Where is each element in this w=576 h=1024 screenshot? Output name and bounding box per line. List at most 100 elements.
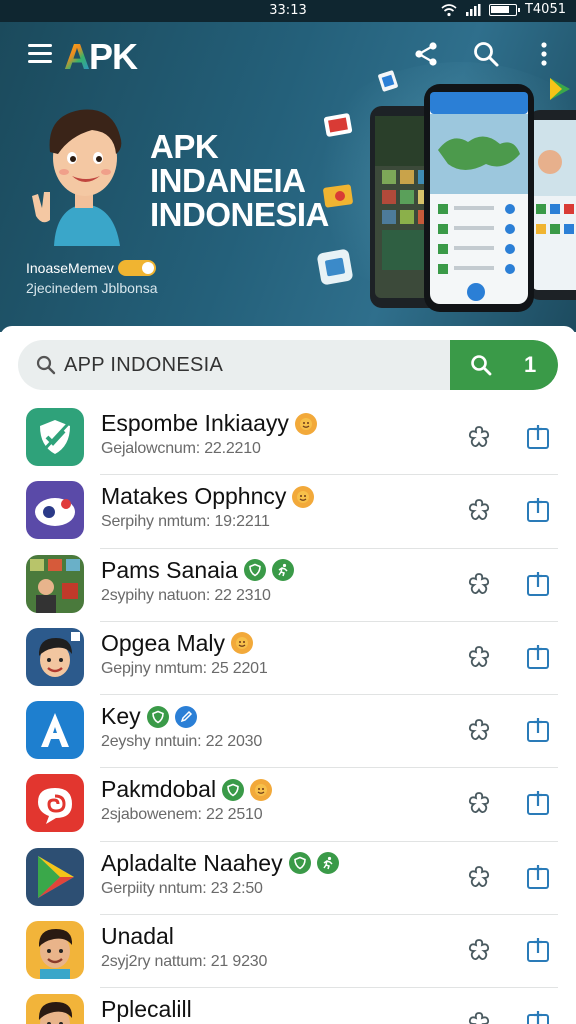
app-name-text: Opgea Maly <box>101 629 226 656</box>
phones-illustration <box>370 84 576 312</box>
download-icon[interactable] <box>526 424 550 450</box>
top-app-bar: APK <box>0 22 576 88</box>
emoji-badge-icon <box>250 778 273 801</box>
favorite-icon[interactable] <box>466 571 492 597</box>
emoji-badge-icon <box>231 632 254 655</box>
share-icon[interactable] <box>412 40 440 68</box>
floating-flag-icon <box>324 113 353 137</box>
man-avatar-icon[interactable] <box>26 994 84 1024</box>
app-name: Pams Sanaia <box>101 557 294 584</box>
download-icon[interactable] <box>526 790 550 816</box>
hero-title: APK INDANEIA INDONESIA <box>150 128 329 233</box>
red-spiral-icon[interactable] <box>26 774 84 833</box>
wifi-icon <box>441 3 457 16</box>
search-icon[interactable] <box>472 40 500 68</box>
app-name: Unadal <box>101 923 174 950</box>
app-list-item[interactable]: Key 2eyshy nntuin: 22 2030 <box>0 695 576 769</box>
floating-app-icon <box>317 249 353 285</box>
favorite-icon[interactable] <box>466 1010 492 1024</box>
boy-avatar-icon[interactable] <box>26 627 84 686</box>
app-list-item[interactable]: Unadal 2syj2ry nattum: 21 9230 <box>0 915 576 989</box>
app-meta: 2eyshy nntuin: 22 2030 <box>101 733 263 751</box>
app-list-item[interactable]: Pams Sanaia 2sypihy natuon: 22 2310 <box>0 549 576 622</box>
favorite-icon[interactable] <box>466 937 492 963</box>
more-vert-icon[interactable] <box>530 40 558 68</box>
app-list-item[interactable]: Matakes Opphncy Serpihy nmtum: 19:2211 <box>0 475 576 549</box>
app-name-text: Pplecalill <box>101 996 192 1023</box>
hero-tagline: 2jecinedem Jblbonsa <box>26 280 158 296</box>
app-name-text: Unadal <box>101 923 174 950</box>
green-shield-check-icon[interactable] <box>26 408 84 466</box>
favorite-icon[interactable] <box>466 717 492 743</box>
search-glass-icon <box>36 355 56 375</box>
runner-badge-icon <box>271 559 294 582</box>
app-meta: Serpihy nmtum: 19:2211 <box>101 513 270 531</box>
app-meta: Gejalowcnum: 22.2210 <box>101 440 261 457</box>
search-result-count: 1 <box>524 352 537 377</box>
emoji-badge-icon <box>294 412 317 435</box>
app-meta: 2syj2ry nattum: 21 9230 <box>101 953 268 971</box>
shield-badge-icon <box>243 559 266 582</box>
download-icon[interactable] <box>526 1010 550 1024</box>
shield-badge-icon <box>146 705 169 728</box>
status-bar: 33:13 T4051 <box>0 0 576 22</box>
app-name: Espombe Inkiaayy <box>101 410 317 437</box>
app-meta: Gerpiity nntum: 23 2:50 <box>101 879 263 897</box>
search-bar: 1 <box>18 340 558 390</box>
app-name-text: Pakmdobal <box>101 776 217 803</box>
search-input[interactable] <box>64 340 444 390</box>
app-name: Key <box>101 703 197 730</box>
download-icon[interactable] <box>526 937 550 963</box>
search-button[interactable]: 1 <box>450 340 558 390</box>
app-name-text: Pams Sanaia <box>101 556 238 583</box>
shield-badge-icon <box>222 778 245 801</box>
emoji-badge-icon <box>292 485 315 508</box>
download-icon[interactable] <box>526 644 550 670</box>
shield-badge-icon <box>288 852 311 875</box>
app-list-item[interactable]: Apladalte Naahey Gerpiity nntum: 23 2:50 <box>0 842 576 916</box>
app-meta: 2sjabowenem: 22 2510 <box>101 806 263 824</box>
man-avatar-icon[interactable] <box>26 921 84 980</box>
app-list-item[interactable]: Opgea Maly Gepjny nmtum: 25 2201 <box>0 622 576 696</box>
app-name-text: Apladalte Naahey <box>101 849 283 876</box>
floating-card-icon <box>323 184 353 208</box>
favorite-icon[interactable] <box>466 644 492 670</box>
app-name-text: Key <box>101 703 141 730</box>
app-name: Pakmdobal <box>101 776 273 803</box>
cartoon-boy-illustration <box>32 109 122 246</box>
app-name-text: Matakes Opphncy <box>101 483 287 510</box>
app-name: Pplecalill <box>101 996 192 1023</box>
app-list: Espombe Inkiaayy Gejalowcnum: 22.2210 Mata… <box>0 402 576 1024</box>
gamer-photo-icon[interactable] <box>26 554 84 613</box>
purple-eye-icon[interactable] <box>26 481 84 540</box>
letter-a-icon[interactable] <box>26 701 84 760</box>
app-logo: APK <box>64 36 138 77</box>
runner-badge-icon <box>316 852 339 875</box>
download-icon[interactable] <box>526 717 550 743</box>
app-list-item[interactable]: Espombe Inkiaayy Gejalowcnum: 22.2210 <box>0 402 576 476</box>
download-icon[interactable] <box>526 864 550 890</box>
download-icon[interactable] <box>526 497 550 523</box>
download-icon[interactable] <box>526 571 550 597</box>
play-triangle-icon[interactable] <box>26 847 84 906</box>
app-name: Apladalte Naahey <box>101 850 339 877</box>
hero-toggle[interactable] <box>117 260 156 276</box>
app-list-item[interactable]: Pakmdobal 2sjabowenem: 22 2510 <box>0 768 576 842</box>
search-button-icon <box>471 355 492 376</box>
app-name: Matakes Opphncy <box>101 483 315 510</box>
app-list-item[interactable]: Pplecalill <box>0 988 576 1024</box>
app-name-text: Espombe Inkiaayy <box>101 410 289 436</box>
hero-subtitle: InoaseMemev <box>26 260 156 276</box>
favorite-icon[interactable] <box>466 864 492 890</box>
hero-banner: APK APK INDANEIA INDONESIA InoaseMemev 2… <box>0 22 576 332</box>
favorite-icon[interactable] <box>466 790 492 816</box>
favorite-icon[interactable] <box>466 424 492 450</box>
battery-icon <box>488 3 520 16</box>
pencil-badge-icon <box>174 705 197 728</box>
app-name: Opgea Maly <box>101 629 254 657</box>
menu-icon[interactable] <box>28 44 52 64</box>
battery-text: T4051 <box>524 2 566 17</box>
content-sheet: 1 Espombe Inkiaayy Gejalowcnum: 22.2210 Ma… <box>0 326 576 1024</box>
favorite-icon[interactable] <box>466 497 492 523</box>
app-meta: 2sypihy natuon: 22 2310 <box>101 586 271 604</box>
